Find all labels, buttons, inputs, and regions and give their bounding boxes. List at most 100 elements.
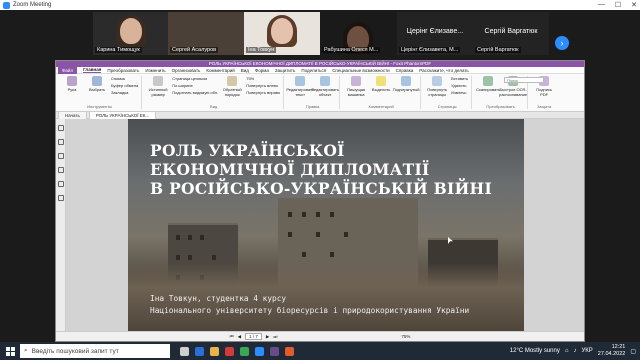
menu-protect[interactable]: Защитить [275,68,295,73]
windows-logo-icon [5,346,15,356]
highlight-button[interactable]: Выделить [370,76,392,97]
underline-button[interactable]: Подчеркнутый [393,76,420,97]
navigation-sidebar [56,119,66,331]
zoom-app-icon[interactable] [255,346,264,356]
edit-text-icon [295,76,306,86]
ribbon-group-comment: Пишущая машинка Выделить Подчеркнутый Ко… [342,76,422,109]
search-icon: ⌕ [24,347,28,354]
typewriter-icon [351,76,362,86]
edit-text-button[interactable]: Редактировать текст [286,76,314,97]
next-page-icon[interactable]: ▶ [266,334,269,340]
actual-size-button[interactable]: Истинный размер [147,76,169,97]
layers-panel-icon[interactable] [57,153,64,159]
last-page-icon[interactable]: ⏭ [273,334,277,339]
menu-form[interactable]: Форма [255,68,269,73]
tab-start[interactable]: Начать [58,111,87,119]
attachments-panel-icon[interactable] [57,167,64,173]
first-page-icon[interactable]: ⏮ [230,334,234,339]
language-indicator[interactable]: УКР [581,348,592,354]
zoom-select[interactable]: 75% [246,76,280,81]
pdf-app-window: РОЛЬ УКРАЇНСЬКОЇ ЕКОНОМІЧНОЇ ДИПЛОМАТІЇ … [55,60,585,342]
ribbon-group-tools: Рука Выбрать Снимок Буфер обмена Закладк… [58,76,143,109]
foxit-icon[interactable] [270,346,279,356]
fit-width-button[interactable]: По ширине [172,83,218,88]
ribbon-group-label: Вид [210,104,218,109]
scanner-icon [483,76,494,86]
slide-title: РОЛЬ УКРАЇНСЬКОЇ ЕКОНОМІЧНОЇ ДИПЛОМАТІЇ … [150,141,493,198]
start-button[interactable] [0,346,20,356]
bookmark-button[interactable]: Закладка [111,90,138,95]
weather-widget[interactable]: 12°C Mostly sunny [510,348,560,354]
edge-icon[interactable] [195,346,204,356]
clock[interactable]: 12:21 27.04.2022 [598,344,626,358]
powerpoint-icon[interactable] [285,346,294,356]
rotate-left-button[interactable]: Повернуть влево [246,83,280,88]
page-icon [153,76,164,86]
rotate-pages-button[interactable]: Повернуть страницы [426,76,448,97]
participant-tile[interactable]: Іна Товкун [244,12,320,55]
security-panel-icon[interactable] [57,195,64,201]
menu-file[interactable]: Файл [58,66,78,74]
menu-share[interactable]: Поделиться [301,68,326,73]
select-tool-button[interactable]: Выбрать [86,76,108,95]
edit-object-button[interactable]: Редактировать объект [311,76,339,97]
minimize-button[interactable]: — [598,1,605,9]
rotate-right-button[interactable]: Повернуть вправо [246,90,280,95]
participant-tile[interactable]: Сергей Асалуров [168,12,244,55]
insert-page-button[interactable]: Вставить [451,76,468,81]
maximize-button[interactable]: ☐ [615,1,621,9]
participant-tile[interactable]: Карина Тимощук [93,12,169,55]
document-canvas[interactable]: РОЛЬ УКРАЇНСЬКОЇ ЕКОНОМІЧНОЇ ДИПЛОМАТІЇ … [66,119,584,333]
menu-tell-me[interactable]: Расскажите, что делать [419,68,469,73]
next-page-arrow-icon[interactable]: › [555,36,569,50]
menu-accessibility[interactable]: Специальные возможности [332,68,389,73]
participant-display-name: Церінг Єлизаве... [406,28,464,35]
zoom-level[interactable]: 75% [401,334,410,339]
hand-icon [67,76,77,86]
menu-organize[interactable]: Организовать [172,68,201,73]
menu-convert[interactable]: Преобразовать [107,68,139,73]
tab-document[interactable]: РОЛЬ УКРАЇНСЬКОЇ ЕК... [88,111,157,119]
close-button[interactable]: ✕ [631,1,637,9]
menu-edit[interactable]: Изменить [145,68,165,73]
prev-page-icon[interactable]: ◀ [238,334,241,340]
menu-view[interactable]: Вид [241,68,249,73]
taskbar-search-input[interactable]: ⌕ Введіть пошуковий запит тут [20,344,170,358]
clipboard-button[interactable]: Буфер обмена [111,83,138,88]
participant-tile[interactable]: Сергій Варгатюк Сергій Варгатюк [473,12,549,55]
participant-tile[interactable]: Церінг Єлизаве... Церінг Єлизавета, М... [397,12,473,55]
system-tray: 12°C Mostly sunny ⌂ ♪ УКР 12:21 27.04.20… [510,342,636,360]
menu-comment[interactable]: Комментарий [206,68,234,73]
bookmarks-panel-icon[interactable] [57,125,64,131]
menu-help[interactable]: Справка [396,68,414,73]
participant-gallery: Карина Тимощук Сергей Асалуров Іна Товку… [0,10,640,57]
extract-page-button[interactable]: Извлечь [451,90,468,95]
typewriter-button[interactable]: Пишущая машинка [345,76,367,97]
task-view-icon[interactable] [180,346,189,356]
comments-panel-icon[interactable] [57,181,64,187]
notifications-icon[interactable]: ▢ [630,348,636,355]
zoom-title-bar: Zoom Meeting — ☐ ✕ [0,0,640,10]
snapshot-button[interactable]: Снимок [111,76,138,81]
chrome-icon[interactable] [240,346,249,356]
reverse-order-button[interactable]: Обратный порядок [221,76,243,97]
menu-home[interactable]: Главная [83,67,102,73]
participant-display-name: Сергій Варгатюк [484,28,538,35]
fit-page-button[interactable]: Страница целиком [172,76,218,81]
pdf-page-slide: РОЛЬ УКРАЇНСЬКОЇ ЕКОНОМІЧНОЇ ДИПЛОМАТІЇ … [128,119,524,333]
participant-name: Сергей Асалуров [170,47,219,53]
scan-button[interactable]: Сканировать [476,76,500,97]
page-number-field[interactable]: 1 / 7 [245,333,262,340]
pages-panel-icon[interactable] [57,139,64,145]
volume-icon[interactable]: ♪ [573,348,576,354]
participant-tile[interactable]: Рабушина Олеся М... [320,12,396,55]
ribbon-group-label: Преобразовать [486,104,515,109]
search-input[interactable]: Поиск [504,77,544,83]
fit-visible-button[interactable]: Подогнать видимую обл. [172,90,218,95]
network-icon[interactable]: ⌂ [565,348,569,354]
hand-tool-button[interactable]: Рука [61,76,83,95]
delete-page-button[interactable]: Удалить [451,83,468,88]
file-explorer-icon[interactable] [210,346,219,356]
participant-name: Церінг Єлизавета, М... [399,47,461,53]
opera-icon[interactable] [225,346,234,356]
